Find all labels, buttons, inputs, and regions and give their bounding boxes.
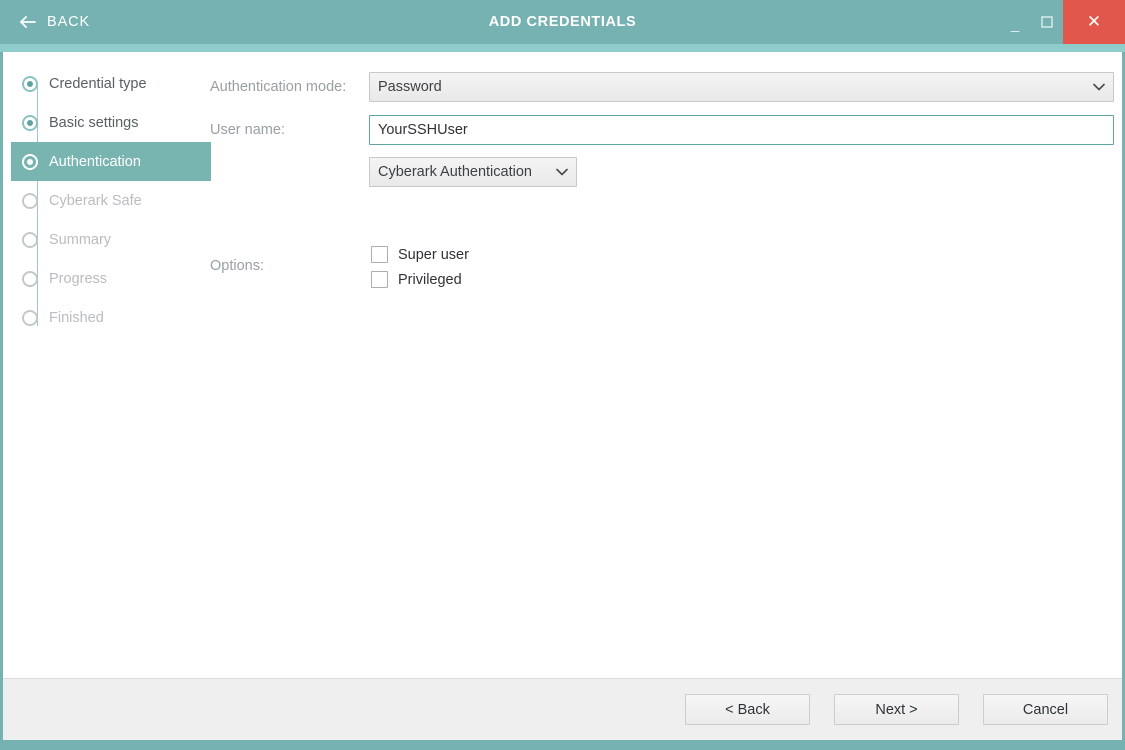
page-title: ADD CREDENTIALS (0, 0, 1125, 44)
sidebar-item-credential-type[interactable]: Credential type (11, 64, 211, 103)
window-body: Credential type Basic settings Authentic… (3, 52, 1122, 740)
sidebar-item-label: Authentication (49, 154, 141, 170)
sidebar-item-label: Progress (49, 271, 107, 287)
sidebar-item-finished[interactable]: Finished (11, 298, 211, 337)
privileged-label: Privileged (398, 272, 462, 288)
auth-mode-select[interactable]: Password (369, 72, 1114, 102)
back-label: BACK (47, 14, 90, 30)
step-indicator-icon (22, 154, 38, 170)
super-user-label: Super user (398, 247, 469, 263)
options-group: Super user Privileged (371, 242, 469, 292)
window-titlebar: BACK ADD CREDENTIALS _ ✕ (0, 0, 1125, 44)
add-credentials-window: BACK ADD CREDENTIALS _ ✕ (0, 0, 1125, 750)
back-wizard-button[interactable]: < Back (685, 694, 810, 725)
privileged-checkbox-row[interactable]: Privileged (371, 267, 469, 292)
square-icon (1041, 16, 1053, 28)
step-indicator-icon (22, 271, 38, 287)
step-indicator-icon (22, 193, 38, 209)
wizard-stepper: Credential type Basic settings Authentic… (11, 64, 211, 354)
back-button[interactable]: BACK (10, 0, 98, 44)
cancel-button[interactable]: Cancel (983, 694, 1108, 725)
user-name-input[interactable]: YourSSHUser (369, 115, 1114, 145)
super-user-checkbox-row[interactable]: Super user (371, 242, 469, 267)
auth-provider-select[interactable]: Cyberark Authentication (369, 157, 577, 187)
step-indicator-icon (22, 232, 38, 248)
step-indicator-icon (22, 115, 38, 131)
sidebar-item-cyberark-safe[interactable]: Cyberark Safe (11, 181, 211, 220)
user-name-value: YourSSHUser (378, 122, 468, 138)
sidebar-item-label: Finished (49, 310, 104, 326)
auth-provider-value: Cyberark Authentication (378, 164, 532, 180)
step-indicator-icon (22, 76, 38, 92)
next-wizard-button[interactable]: Next > (834, 694, 959, 725)
close-button[interactable]: ✕ (1063, 0, 1125, 44)
sidebar-item-summary[interactable]: Summary (11, 220, 211, 259)
checkbox-icon[interactable] (371, 271, 388, 288)
window-controls: _ ✕ (999, 0, 1125, 44)
auth-mode-label: Authentication mode: (210, 79, 346, 95)
maximize-button[interactable] (1031, 0, 1063, 44)
sidebar-item-label: Basic settings (49, 115, 138, 131)
footer-button-group: < Back Next > Cancel (685, 694, 1108, 725)
sidebar-item-label: Cyberark Safe (49, 193, 142, 209)
chevron-down-icon (556, 168, 568, 176)
checkbox-icon[interactable] (371, 246, 388, 263)
user-name-label: User name: (210, 122, 285, 138)
step-indicator-icon (22, 310, 38, 326)
sidebar-item-basic-settings[interactable]: Basic settings (11, 103, 211, 142)
close-icon: ✕ (1087, 12, 1101, 32)
minimize-icon: _ (1011, 16, 1019, 33)
sidebar-item-progress[interactable]: Progress (11, 259, 211, 298)
minimize-button[interactable]: _ (999, 0, 1031, 44)
auth-mode-value: Password (378, 79, 442, 95)
dialog-footer: < Back Next > Cancel (3, 678, 1122, 740)
sidebar-item-label: Summary (49, 232, 111, 248)
arrow-left-icon (18, 13, 36, 31)
sidebar-item-label: Credential type (49, 76, 147, 92)
sidebar-item-authentication[interactable]: Authentication (11, 142, 211, 181)
titlebar-accent-strip (0, 44, 1125, 52)
chevron-down-icon (1093, 83, 1105, 91)
options-label: Options: (210, 258, 264, 274)
